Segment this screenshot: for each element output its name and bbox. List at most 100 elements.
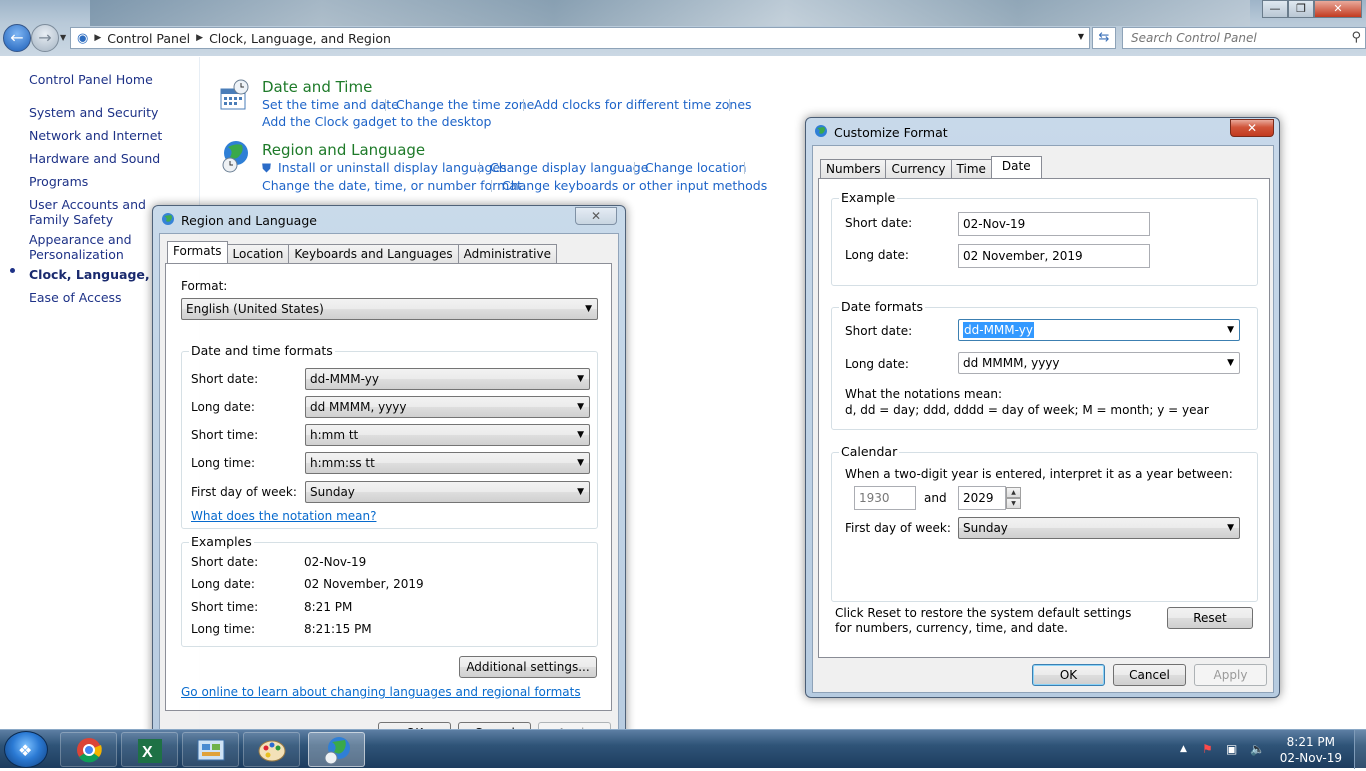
- change-location-link[interactable]: Change location: [645, 160, 746, 175]
- change-time-zone-link[interactable]: Change the time zone: [396, 97, 534, 112]
- nav-appearance[interactable]: Appearance and Personalization: [29, 232, 149, 262]
- short-time-value: h:mm tt: [310, 428, 359, 442]
- tab-keyboards-languages[interactable]: Keyboards and Languages: [288, 244, 459, 263]
- system-clock[interactable]: 8:21 PM 02-Nov-19: [1280, 734, 1342, 766]
- globe-clock-icon: [222, 141, 248, 173]
- year-to-field[interactable]: 2029: [958, 486, 1006, 510]
- spin-up-icon[interactable]: ▲: [1006, 487, 1021, 498]
- long-date-format-dropdown[interactable]: dd MMMM, yyyy ▼: [958, 352, 1240, 374]
- taskbar-region-language-button[interactable]: [308, 732, 365, 767]
- first-day-label: First day of week:: [845, 521, 951, 535]
- current-item-bullet: [10, 268, 15, 273]
- short-date-format-value[interactable]: dd-MMM-yy: [963, 322, 1034, 338]
- nav-user-accounts[interactable]: User Accounts and Family Safety: [29, 197, 169, 227]
- search-box[interactable]: ⚲: [1122, 27, 1366, 49]
- set-time-date-link[interactable]: Set the time and date: [262, 97, 399, 112]
- date-panel: Example Short date: 02-Nov-19 Long date:…: [818, 178, 1270, 658]
- taskbar-paint-button[interactable]: [243, 732, 300, 767]
- maximize-button[interactable]: ❐: [1288, 0, 1314, 18]
- show-desktop-button[interactable]: [1354, 730, 1366, 769]
- change-display-language-link[interactable]: Change display language: [490, 160, 648, 175]
- tab-administrative[interactable]: Administrative: [457, 244, 558, 263]
- start-button[interactable]: ❖: [4, 731, 48, 768]
- nav-programs[interactable]: Programs: [29, 174, 88, 189]
- close-icon[interactable]: ✕: [1314, 0, 1362, 18]
- tab-time[interactable]: Time: [950, 159, 992, 178]
- long-time-dropdown[interactable]: h:mm:ss tt ▼: [305, 452, 590, 474]
- taskbar-control-panel-button[interactable]: [182, 732, 239, 767]
- long-date-dropdown[interactable]: dd MMMM, yyyy ▼: [305, 396, 590, 418]
- chevron-right-icon[interactable]: ▶: [196, 33, 203, 43]
- address-dropdown-icon[interactable]: ▼: [1078, 32, 1084, 41]
- nav-ease-of-access[interactable]: Ease of Access: [29, 290, 122, 305]
- calendar-title: Calendar: [839, 444, 900, 459]
- date-time-title[interactable]: Date and Time: [262, 78, 372, 96]
- network-icon[interactable]: ▣: [1226, 742, 1237, 756]
- chevron-right-icon[interactable]: ▶: [94, 33, 101, 43]
- action-center-flag-icon[interactable]: ⚑: [1202, 742, 1213, 756]
- example-long-time-label: Long time:: [191, 622, 256, 636]
- format-dropdown[interactable]: English (United States) ▼: [181, 298, 598, 320]
- first-day-value: Sunday: [310, 485, 355, 499]
- tab-location[interactable]: Location: [226, 244, 290, 263]
- volume-icon[interactable]: 🔈: [1250, 742, 1265, 756]
- globe-icon: [162, 213, 174, 225]
- refresh-icon[interactable]: ⇆: [1092, 27, 1116, 49]
- year-spinner[interactable]: ▲ ▼: [1006, 487, 1021, 509]
- spin-down-icon[interactable]: ▼: [1006, 498, 1021, 509]
- tab-currency[interactable]: Currency: [885, 159, 952, 178]
- change-keyboards-link[interactable]: Change keyboards or other input methods: [502, 178, 767, 193]
- nav-network-internet[interactable]: Network and Internet: [29, 128, 162, 143]
- forward-arrow-icon[interactable]: →: [31, 24, 59, 52]
- ok-button[interactable]: OK: [1032, 664, 1105, 686]
- change-date-format-link[interactable]: Change the date, time, or number format: [262, 178, 522, 193]
- first-day-dropdown[interactable]: Sunday ▼: [305, 481, 590, 503]
- first-day-dropdown[interactable]: Sunday ▼: [958, 517, 1240, 539]
- back-arrow-icon[interactable]: ←: [3, 24, 31, 52]
- date-formats-group: Date formats Short date: dd-MMM-yy ▼ Lon…: [831, 299, 1258, 430]
- tab-numbers[interactable]: Numbers: [820, 159, 887, 178]
- taskbar: ❖ X ▲ ⚑ ▣ 🔈 8:21 PM 02-Nov-19: [0, 729, 1366, 769]
- address-bar[interactable]: ◉ ▶ Control Panel ▶ Clock, Language, and…: [70, 27, 1090, 49]
- chevron-down-icon: ▼: [577, 430, 584, 440]
- notation-help-link[interactable]: What does the notation mean?: [191, 509, 376, 523]
- breadcrumb-control-panel[interactable]: Control Panel: [107, 31, 190, 46]
- recent-pages-chevron-icon[interactable]: ▼: [60, 33, 66, 42]
- nav-system-security[interactable]: System and Security: [29, 105, 158, 120]
- tab-formats[interactable]: Formats: [167, 241, 228, 263]
- minimize-button[interactable]: —: [1262, 0, 1288, 18]
- control-panel-icon: [197, 739, 225, 761]
- and-label: and: [924, 491, 947, 505]
- install-languages-link[interactable]: Install or uninstall display languages: [278, 160, 507, 175]
- nav-control-panel-home[interactable]: Control Panel Home: [29, 72, 153, 87]
- reset-button[interactable]: Reset: [1167, 607, 1253, 629]
- add-clocks-link[interactable]: Add clocks for different time zones: [534, 97, 752, 112]
- dialog-body: Numbers Currency Time Date Example Short…: [812, 145, 1274, 693]
- date-time-formats-group: Date and time formats Short date: dd-MMM…: [181, 343, 598, 529]
- add-clock-gadget-link[interactable]: Add the Clock gadget to the desktop: [262, 114, 492, 129]
- show-hidden-icons-chevron-icon[interactable]: ▲: [1180, 744, 1187, 754]
- short-date-value: dd-MMM-yy: [310, 372, 379, 386]
- taskbar-excel-button[interactable]: X: [121, 732, 178, 767]
- apply-button[interactable]: Apply: [1194, 664, 1267, 686]
- additional-settings-button[interactable]: Additional settings...: [459, 656, 597, 678]
- tab-date[interactable]: Date: [990, 156, 1042, 178]
- long-date-format-value[interactable]: dd MMMM, yyyy: [963, 356, 1060, 370]
- chevron-down-icon: ▼: [1227, 358, 1234, 368]
- search-icon[interactable]: ⚲: [1351, 30, 1361, 45]
- globe-clock-icon: [324, 737, 350, 765]
- go-online-link[interactable]: Go online to learn about changing langua…: [181, 685, 581, 699]
- nav-clock-language-region[interactable]: Clock, Language, and Region: [29, 267, 154, 282]
- taskbar-chrome-button[interactable]: [60, 732, 117, 767]
- short-time-dropdown[interactable]: h:mm tt ▼: [305, 424, 590, 446]
- close-icon[interactable]: ✕: [1230, 119, 1274, 137]
- nav-hardware-sound[interactable]: Hardware and Sound: [29, 151, 160, 166]
- search-input[interactable]: [1123, 28, 1333, 48]
- short-date-dropdown[interactable]: dd-MMM-yy ▼: [305, 368, 590, 390]
- cancel-button[interactable]: Cancel: [1113, 664, 1186, 686]
- close-icon[interactable]: ✕: [575, 207, 617, 225]
- calendar-group: Calendar When a two-digit year is entere…: [831, 444, 1258, 602]
- region-language-title[interactable]: Region and Language: [262, 141, 425, 159]
- breadcrumb-clock-language-region[interactable]: Clock, Language, and Region: [209, 31, 391, 46]
- short-date-format-dropdown[interactable]: dd-MMM-yy ▼: [958, 319, 1240, 341]
